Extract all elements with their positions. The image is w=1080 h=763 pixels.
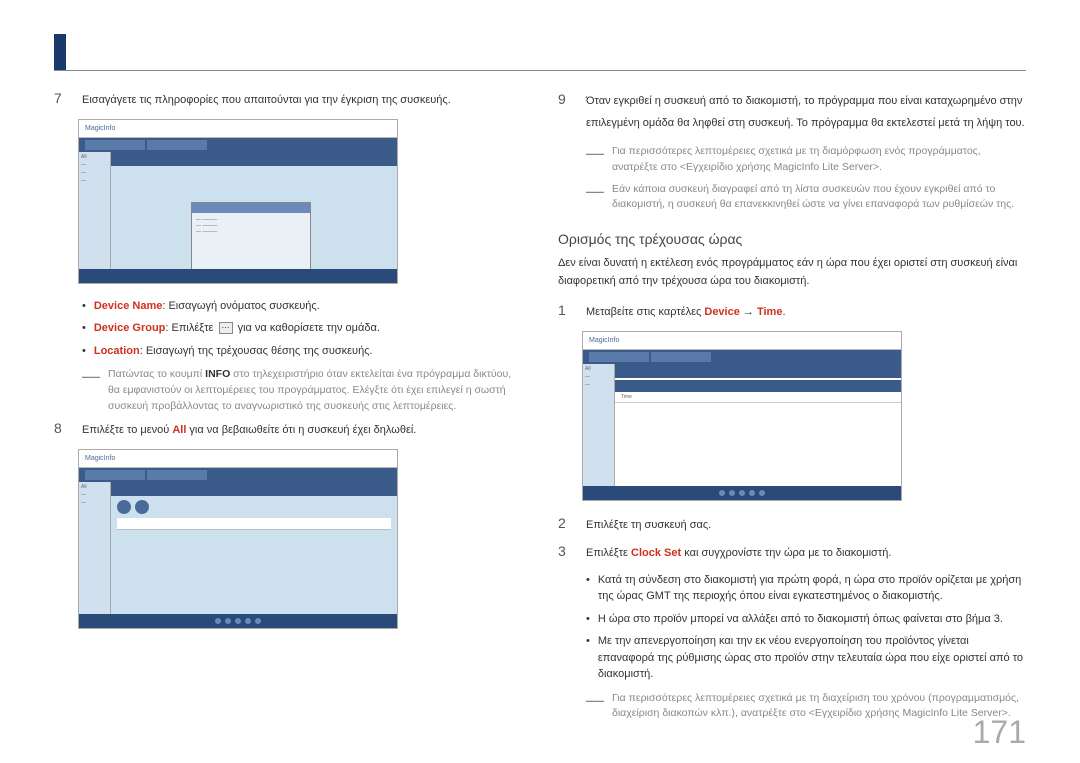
step-number: 2	[558, 515, 572, 531]
step-2-time: 2 Επιλέξτε τη συσκευή σας.	[558, 515, 1026, 534]
step-text: Επιλέξτε Clock Set και συγχρονίστε την ώ…	[586, 545, 891, 562]
ss-dialog: — ———— ———— ———	[191, 202, 311, 272]
ss-footer	[79, 269, 397, 283]
bullet-text: Η ώρα στο προϊόν μπορεί να αλλάξει από τ…	[598, 611, 1003, 628]
ss-header: MagicInfo	[583, 332, 901, 350]
step-text: Όταν εγκριθεί η συσκευή από το διακομιστ…	[586, 90, 1026, 134]
bullet-dot-icon: •	[586, 572, 590, 605]
step-number: 9	[558, 91, 572, 107]
ss-sidebar: All———	[79, 152, 111, 269]
tab-time: Time	[757, 306, 782, 318]
step-text: Εισαγάγετε τις πληροφορίες που απαιτούντ…	[82, 92, 451, 109]
ss-header: MagicInfo	[79, 450, 397, 468]
screenshot-approve-device: MagicInfo All——— — ———— ———— ———	[78, 119, 398, 284]
bullet-dot-icon: •	[586, 611, 590, 628]
dash-icon: ―	[82, 367, 100, 414]
note-program-config: ― Για περισσότερες λεπτομέρειες σχετικά …	[586, 144, 1026, 176]
step-3-time: 3 Επιλέξτε Clock Set και συγχρονίστε την…	[558, 543, 1026, 562]
note-text: Για περισσότερες λεπτομέρειες σχετικά με…	[612, 144, 1026, 176]
bullet-dot-icon: •	[82, 298, 86, 315]
step-text: Μεταβείτε στις καρτέλες Device → Time.	[586, 304, 786, 321]
bullet-reset-time: • Με την απενεργοποίηση και την εκ νέου …	[586, 633, 1026, 683]
header-accent-bar	[54, 34, 66, 70]
ss-logo: MagicInfo	[589, 337, 619, 344]
header-rule	[54, 70, 1026, 71]
field-text: : Εισαγωγή ονόματος συσκευής.	[162, 300, 319, 312]
menu-all: All	[172, 424, 186, 436]
ss-footer	[79, 614, 397, 628]
bullet-dot-icon: •	[82, 320, 86, 337]
note-text: Εάν κάποια συσκευή διαγραφεί από τη λίστ…	[612, 182, 1026, 214]
page-number: 171	[973, 714, 1026, 751]
tab-device: Device	[704, 306, 739, 318]
ss-logo: MagicInfo	[85, 125, 115, 132]
step-text: Επιλέξτε το μενού All για να βεβαιωθείτε…	[82, 422, 416, 439]
clock-set: Clock Set	[631, 547, 681, 559]
bullet-device-name: • Device Name: Εισαγωγή ονόματος συσκευή…	[82, 298, 522, 315]
ss-sidebar: All——	[583, 364, 615, 486]
ss-footer	[583, 486, 901, 500]
ss-tabs	[79, 138, 397, 152]
bold-info: INFO	[205, 368, 230, 380]
bullet-dot-icon: •	[82, 343, 86, 360]
step-8: 8 Επιλέξτε το μενού All για να βεβαιωθεί…	[54, 420, 522, 439]
bullet-location: • Location: Εισαγωγή της τρέχουσας θέσης…	[82, 343, 522, 360]
dash-icon: ―	[586, 691, 604, 723]
step-number: 8	[54, 420, 68, 436]
dash-icon: ―	[586, 144, 604, 176]
bullet-device-group: • Device Group: Επιλέξτε ⋯ για να καθορί…	[82, 320, 522, 337]
dash-icon: ―	[586, 182, 604, 214]
note-device-deleted: ― Εάν κάποια συσκευή διαγραφεί από τη λί…	[586, 182, 1026, 214]
ss-tabs	[79, 468, 397, 482]
bullet-text: Με την απενεργοποίηση και την εκ νέου εν…	[598, 633, 1026, 683]
bullet-text: Κατά τη σύνδεση στο διακομιστή για πρώτη…	[598, 572, 1026, 605]
step-9: 9 Όταν εγκριθεί η συσκευή από το διακομι…	[558, 90, 1026, 134]
bullet-gmt: • Κατά τη σύνδεση στο διακομιστή για πρώ…	[586, 572, 1026, 605]
field-label: Device Name	[94, 300, 163, 312]
ss-tabs	[583, 350, 901, 364]
note-info: ― Πατώντας το κουμπί INFO στο τηλεχειρισ…	[82, 367, 522, 414]
field-label: Location	[94, 345, 140, 357]
field-text: : Εισαγωγή της τρέχουσας θέσης της συσκε…	[140, 345, 373, 357]
time-bullets: • Κατά τη σύνδεση στο διακομιστή για πρώ…	[586, 572, 1026, 683]
field-text-pre: : Επιλέξτε	[165, 322, 216, 334]
note-text: Για περισσότερες λεπτομέρειες σχετικά με…	[612, 691, 1026, 723]
browse-icon: ⋯	[219, 322, 233, 334]
step-1-time: 1 Μεταβείτε στις καρτέλες Device → Time.	[558, 302, 1026, 321]
ss-logo: MagicInfo	[85, 455, 115, 462]
step-7: 7 Εισαγάγετε τις πληροφορίες που απαιτού…	[54, 90, 522, 109]
step-text: Επιλέξτε τη συσκευή σας.	[586, 517, 711, 534]
ss-main: Time	[615, 364, 901, 486]
screenshot-all-menu: MagicInfo All——	[78, 449, 398, 629]
step-number: 3	[558, 543, 572, 559]
ss-main: — ———— ———— ———	[111, 152, 397, 269]
step-number: 7	[54, 90, 68, 106]
screenshot-device-time: MagicInfo All—— Time	[582, 331, 902, 501]
bullet-dot-icon: •	[586, 633, 590, 683]
field-text-post: για να καθορίσετε την ομάδα.	[235, 322, 380, 334]
note-text: Πατώντας το κουμπί INFO στο τηλεχειριστή…	[108, 367, 522, 414]
two-column-layout: 7 Εισαγάγετε τις πληροφορίες που απαιτού…	[54, 90, 1026, 728]
left-column: 7 Εισαγάγετε τις πληροφορίες που απαιτού…	[54, 90, 522, 728]
field-bullets: • Device Name: Εισαγωγή ονόματος συσκευή…	[82, 298, 522, 360]
heading-description: Δεν είναι δυνατή η εκτέλεση ενός προγράμ…	[558, 255, 1026, 290]
bullet-change-time: • Η ώρα στο προϊόν μπορεί να αλλάξει από…	[586, 611, 1026, 628]
field-label: Device Group	[94, 322, 166, 334]
ss-main	[111, 482, 397, 614]
ss-sidebar: All——	[79, 482, 111, 614]
note-time-management: ― Για περισσότερες λεπτομέρειες σχετικά …	[586, 691, 1026, 723]
right-column: 9 Όταν εγκριθεί η συσκευή από το διακομι…	[558, 90, 1026, 728]
step-number: 1	[558, 302, 572, 318]
heading-set-time: Ορισμός της τρέχουσας ώρας	[558, 231, 1026, 247]
ss-header: MagicInfo	[79, 120, 397, 138]
